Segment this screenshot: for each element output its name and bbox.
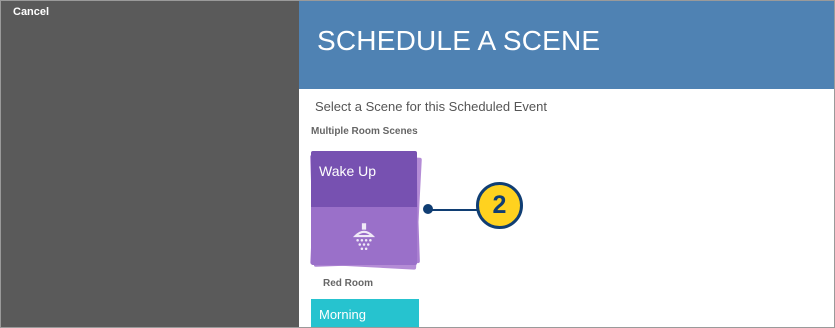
scene-card-morning[interactable]: Morning [311,299,419,327]
dimmed-background-overlay: Cancel [1,1,299,327]
scene-selection-prompt: Select a Scene for this Scheduled Event [315,99,547,114]
dialog-header: SCHEDULE A SCENE [299,1,834,89]
red-room-label: Red Room [323,278,373,289]
scene-name: Wake Up [319,163,377,179]
shower-icon [352,223,376,251]
scene-card-title-area: Wake Up [311,151,417,207]
dialog-title: SCHEDULE A SCENE [317,25,601,56]
schedule-scene-panel: SCHEDULE A SCENE Select a Scene for this… [299,1,834,327]
cancel-button[interactable]: Cancel [13,6,49,18]
scene-card-icon-area [311,207,417,265]
callout-number-badge: 2 [476,182,523,229]
callout-dot [423,204,433,214]
screen-frame: Cancel SCHEDULE A SCENE Select a Scene f… [0,0,835,328]
multiple-room-scenes-label: Multiple Room Scenes [311,126,418,137]
scene-stack-wake-up[interactable]: Wake Up [310,151,422,270]
scene-card-wake-up[interactable]: Wake Up [311,151,417,265]
